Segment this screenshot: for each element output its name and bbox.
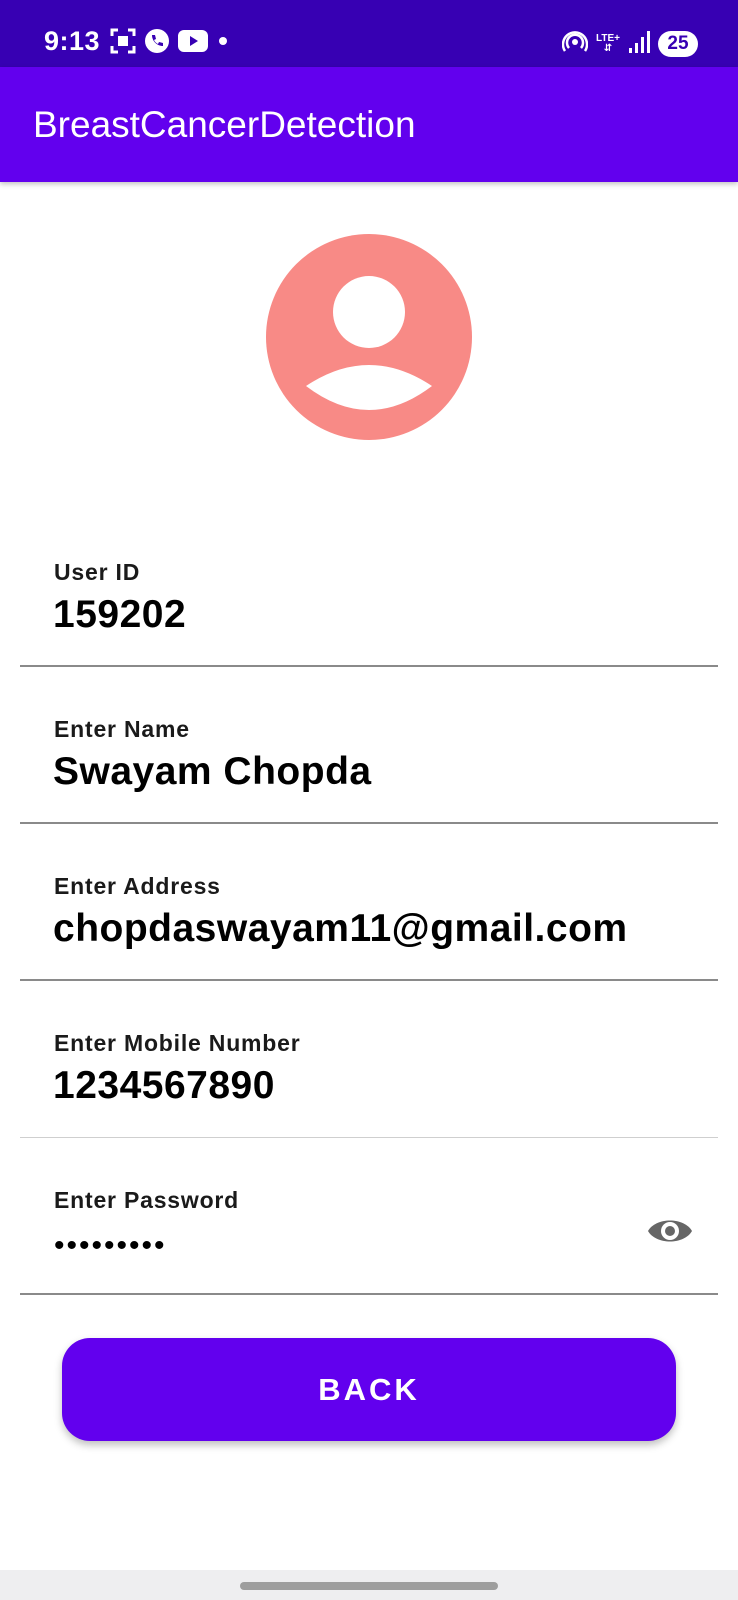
user-id-value[interactable]: 159202 — [53, 593, 186, 637]
name-value[interactable]: Swayam Chopda — [53, 750, 372, 794]
status-left-icons — [110, 28, 230, 59]
cell-signal-icon — [628, 30, 650, 59]
person-avatar-icon — [266, 234, 472, 440]
notification-dot-icon — [216, 34, 230, 53]
app-title: BreastCancerDetection — [33, 104, 416, 145]
screenshot-icon — [110, 28, 136, 59]
mobile-value[interactable]: 1234567890 — [53, 1064, 275, 1108]
name-label: Enter Name — [54, 716, 190, 742]
name-field[interactable]: Enter Name Swayam Chopda — [20, 694, 718, 824]
phone-app-icon — [144, 28, 170, 59]
address-value[interactable]: chopdaswayam11@gmail.com — [53, 907, 628, 951]
youtube-icon — [178, 29, 208, 57]
navigation-bar — [0, 1570, 738, 1600]
gesture-handle[interactable] — [240, 1582, 498, 1590]
status-bar: 9:13 LTE+ ⇵ 25 — [0, 0, 738, 67]
password-value[interactable]: ••••••••• — [54, 1229, 167, 1263]
user-id-field[interactable]: User ID 159202 — [20, 537, 718, 667]
eye-icon[interactable] — [646, 1213, 694, 1249]
battery-level: 25 — [667, 33, 689, 54]
password-field[interactable]: Enter Password ••••••••• — [20, 1165, 718, 1295]
app-bar: BreastCancerDetection — [0, 67, 738, 182]
address-label: Enter Address — [54, 873, 221, 899]
user-id-label: User ID — [54, 559, 141, 585]
data-arrows-icon: ⇵ — [603, 43, 613, 54]
status-right-icons: LTE+ ⇵ 25 — [561, 29, 698, 60]
address-field[interactable]: Enter Address chopdaswayam11@gmail.com — [20, 851, 718, 981]
hotspot-icon — [561, 29, 589, 60]
status-time: 9:13 — [44, 26, 101, 56]
mobile-field[interactable]: Enter Mobile Number 1234567890 — [20, 1008, 718, 1138]
back-button[interactable]: BACK — [62, 1338, 676, 1441]
password-label: Enter Password — [54, 1187, 240, 1213]
mobile-label: Enter Mobile Number — [54, 1030, 301, 1056]
battery-icon: 25 — [658, 31, 698, 57]
lte-signal-icon: LTE+ ⇵ — [596, 34, 620, 54]
